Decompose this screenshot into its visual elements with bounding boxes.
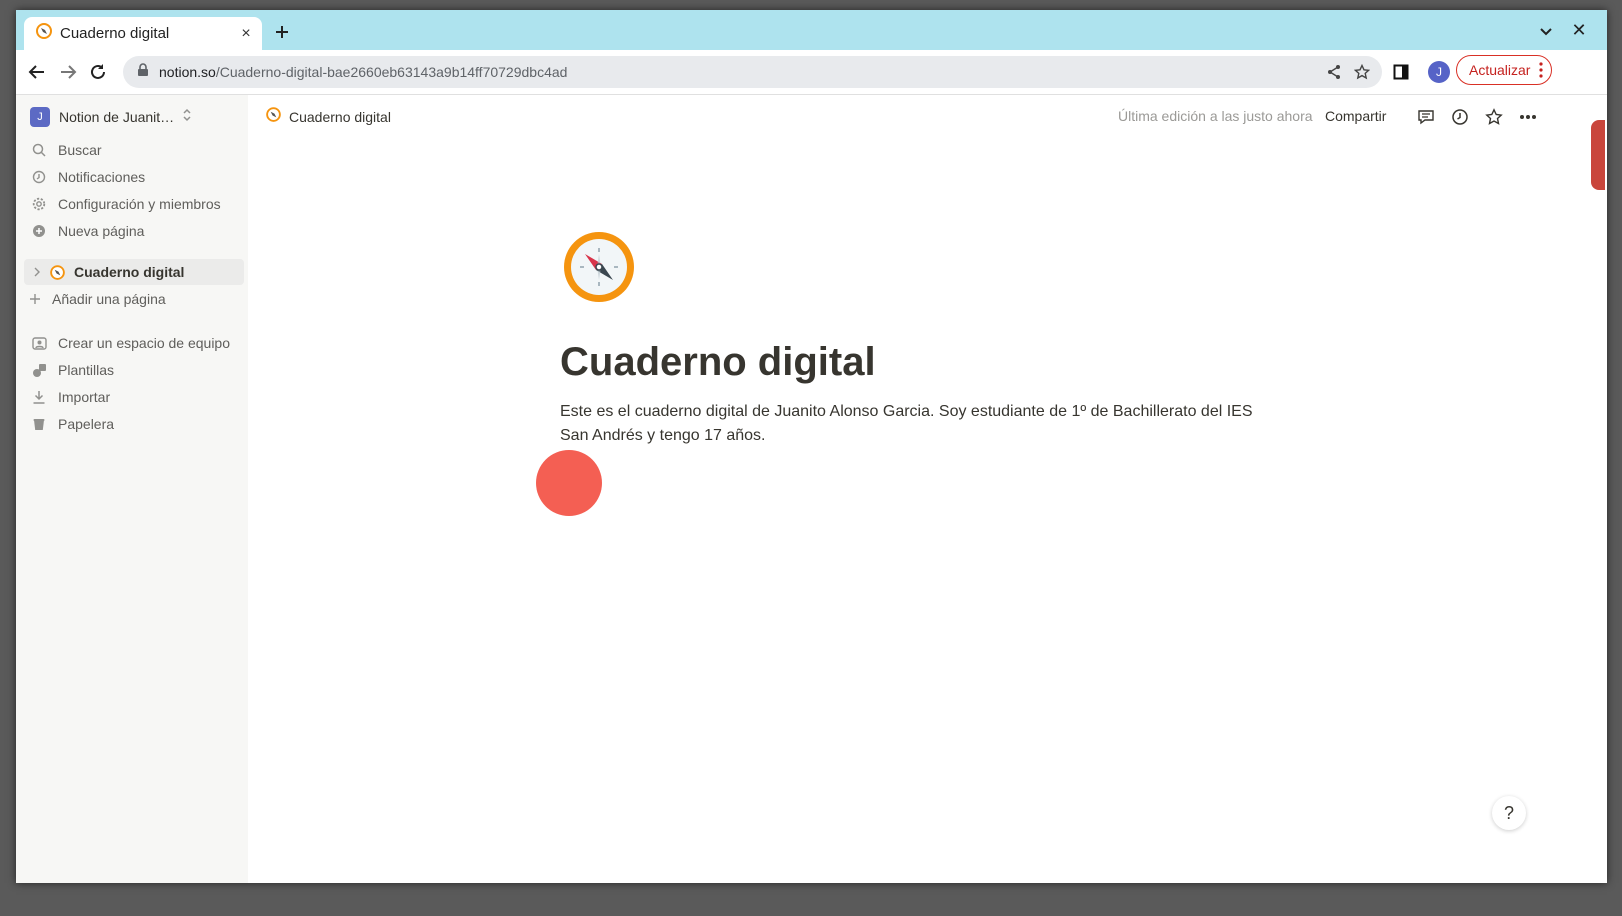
sidebar-item-search[interactable]: Buscar <box>24 137 244 163</box>
share-page-button[interactable] <box>1320 58 1348 86</box>
tab-search-button[interactable] <box>1535 20 1557 42</box>
clock-icon <box>28 166 50 188</box>
sidebar-item-label: Notificaciones <box>58 169 146 185</box>
url-text[interactable]: notion.so/Cuaderno-digital-bae2660eb6314… <box>159 64 1320 80</box>
sidebar-item-team-space[interactable]: Crear un espacio de equipo <box>24 330 244 356</box>
compass-icon <box>36 23 52 44</box>
comment-icon <box>1418 110 1434 125</box>
ellipsis-icon <box>1520 115 1536 119</box>
window-close-button[interactable]: ✕ <box>1567 18 1591 42</box>
workspace-avatar: J <box>30 107 50 127</box>
sidebar-item-label: Nueva página <box>58 223 145 239</box>
side-panel-icon <box>1393 64 1409 80</box>
sidebar-item-new-page[interactable]: Nueva página <box>24 218 244 244</box>
trash-icon <box>28 413 50 435</box>
favorite-button[interactable] <box>1482 105 1506 129</box>
compass-icon <box>266 107 281 127</box>
sidebar-item-settings[interactable]: Configuración y miembros <box>24 191 244 217</box>
team-space-icon <box>28 332 50 354</box>
arrow-right-icon <box>61 65 77 79</box>
side-panel-button[interactable] <box>1389 60 1413 84</box>
address-bar[interactable]: notion.so/Cuaderno-digital-bae2660eb6314… <box>123 56 1382 88</box>
download-icon <box>28 386 50 408</box>
reload-button[interactable] <box>83 57 113 87</box>
url-host: notion.so <box>159 64 216 80</box>
page-paragraph[interactable]: Este es el cuaderno digital de Juanito A… <box>560 400 1260 448</box>
notion-sidebar: J Notion de Juanit… Buscar Notificacione… <box>16 95 248 883</box>
update-label: Actualizar <box>1469 62 1531 78</box>
browser-toolbar: notion.so/Cuaderno-digital-bae2660eb6314… <box>16 50 1607 95</box>
click-marker <box>536 450 602 516</box>
compass-icon <box>564 232 634 302</box>
share-icon <box>1328 65 1340 79</box>
scroll-marker <box>1591 120 1605 190</box>
workspace-switcher[interactable]: J Notion de Juanit… <box>24 103 240 131</box>
tab-title: Cuaderno digital <box>60 25 170 42</box>
sidebar-item-label: Importar <box>58 389 111 405</box>
sidebar-item-templates[interactable]: Plantillas <box>24 357 244 383</box>
help-button[interactable]: ? <box>1492 796 1526 830</box>
sidebar-item-notifications[interactable]: Notificaciones <box>24 164 244 190</box>
browser-tab[interactable]: Cuaderno digital × <box>24 17 262 50</box>
chevron-right-icon[interactable] <box>30 261 44 283</box>
tab-close-button[interactable]: × <box>236 25 256 43</box>
search-icon <box>28 139 50 161</box>
compass-icon <box>46 261 68 283</box>
shapes-icon <box>28 359 50 381</box>
sidebar-item-label: Configuración y miembros <box>58 196 221 212</box>
reload-icon <box>91 64 105 79</box>
profile-avatar[interactable]: J <box>1428 61 1450 83</box>
new-tab-button[interactable] <box>268 18 296 46</box>
page-topbar: Cuaderno digital Última edición a las ju… <box>248 95 1607 139</box>
url-path: /Cuaderno-digital-bae2660eb63143a9b14ff7… <box>215 64 568 80</box>
plus-icon <box>24 288 46 310</box>
sidebar-item-label: Buscar <box>58 142 102 158</box>
plus-circle-icon <box>28 220 50 242</box>
sidebar-item-label: Crear un espacio de equipo <box>58 335 231 351</box>
gear-icon <box>28 193 50 215</box>
workspace-name: Notion de Juanit… <box>59 109 175 125</box>
breadcrumb[interactable]: Cuaderno digital <box>266 107 391 127</box>
sidebar-page-label: Cuaderno digital <box>74 264 185 280</box>
more-options-button[interactable] <box>1516 105 1540 129</box>
update-button[interactable]: Actualizar <box>1456 55 1552 85</box>
clock-icon <box>1452 109 1468 125</box>
star-icon <box>1485 108 1503 125</box>
lock-icon <box>137 62 149 82</box>
add-page-button[interactable]: Añadir una página <box>24 286 244 312</box>
sidebar-item-trash[interactable]: Papelera <box>24 411 244 437</box>
plus-icon <box>276 26 288 38</box>
comments-button[interactable] <box>1414 105 1438 129</box>
updates-button[interactable] <box>1448 105 1472 129</box>
last-edited-text: Última edición a las justo ahora <box>1118 108 1313 124</box>
tab-strip: Cuaderno digital × ✕ <box>16 10 1607 50</box>
sidebar-item-label: Plantillas <box>58 362 115 378</box>
page-icon-compass[interactable] <box>560 228 638 306</box>
kebab-menu-icon <box>1539 62 1543 81</box>
sidebar-item-import[interactable]: Importar <box>24 384 244 410</box>
star-icon <box>1354 64 1370 80</box>
forward-button[interactable] <box>53 57 83 87</box>
page-title[interactable]: Cuaderno digital <box>560 340 876 385</box>
sidebar-page-cuaderno-digital[interactable]: Cuaderno digital <box>24 259 244 285</box>
chevron-down-icon <box>1540 28 1552 36</box>
chevron-up-down-icon <box>182 108 192 127</box>
arrow-left-icon <box>28 65 44 79</box>
share-button[interactable]: Compartir <box>1325 108 1386 124</box>
sidebar-item-label: Papelera <box>58 416 115 432</box>
breadcrumb-label: Cuaderno digital <box>289 109 391 125</box>
back-button[interactable] <box>22 57 52 87</box>
bookmark-button[interactable] <box>1348 58 1376 86</box>
browser-window: Cuaderno digital × ✕ notion.so/Cuaderno-… <box>16 10 1607 883</box>
add-page-label: Añadir una página <box>52 291 166 307</box>
